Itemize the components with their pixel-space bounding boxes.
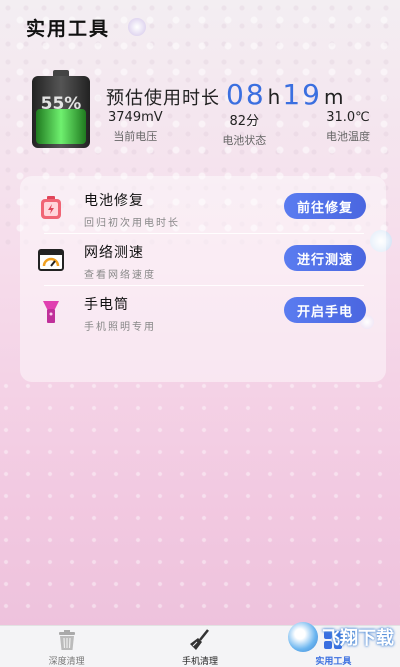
stat-health: 82分 电池状态 [222,110,266,148]
speed-test-button[interactable]: 进行测速 [284,245,366,271]
tool-row-speed-test[interactable]: 网络测速 查看网络速度 进行测速 [20,234,386,286]
tool-title: 电池修复 [84,193,144,209]
stat-temperature: 31.0℃ 电池温度 [326,110,370,148]
stat-value: 3749mV [108,110,163,125]
tools-card: 电池修复 回归初次用电时长 前往修复 网络测速 查看网络速度 进行测速 手电筒 … [20,176,386,382]
battery-level-fill [36,108,86,144]
broom-icon [187,628,213,652]
tool-subtitle: 回归初次用电时长 [84,218,180,229]
battery-widget: 55% [28,70,94,150]
stat-label: 当前电压 [113,130,158,143]
tool-text: 电池修复 回归初次用电时长 [84,190,180,229]
stat-label: 电池状态 [222,134,267,147]
stat-value: 82分 [229,114,260,129]
estimate-minutes-unit: m [323,85,344,109]
repair-button[interactable]: 前往修复 [284,193,366,219]
nav-label: 深度清理 [48,657,85,667]
watermark-text: 飞翔下载 [322,628,394,649]
battery-level-label: 55% [40,94,82,114]
flashlight-icon [38,299,64,325]
estimate-minutes: 19 [282,78,322,111]
trash-icon [54,628,80,652]
estimate-hours: 08 [226,78,266,111]
tool-text: 手电筒 手机照明专用 [84,294,156,333]
tool-title: 网络测速 [84,245,144,261]
watermark-logo-icon [288,622,318,652]
tool-row-flashlight[interactable]: 手电筒 手机照明专用 开启手电 [20,286,386,338]
tool-title: 手电筒 [84,297,129,313]
battery-repair-icon [38,195,64,221]
estimate-label: 预估使用时长 [106,88,220,109]
tab-phone-clean[interactable]: 手机清理 [133,626,266,667]
tool-subtitle: 查看网络速度 [84,270,156,281]
watermark: 飞翔下载 [288,622,394,652]
page-title: 实用工具 [26,18,111,40]
estimate-hours-unit: h [267,85,281,109]
flashlight-button[interactable]: 开启手电 [284,297,366,323]
nav-label: 实用工具 [315,657,352,667]
stat-label: 电池温度 [325,130,370,143]
stat-voltage: 3749mV 当前电压 [108,110,163,148]
sparkle-background [0,380,400,640]
estimate-row: 预估使用时长 08 h 19 m [106,78,345,111]
speed-gauge-icon [38,247,64,273]
tool-row-battery-repair[interactable]: 电池修复 回归初次用电时长 前往修复 [20,182,386,234]
tool-subtitle: 手机照明专用 [84,322,156,333]
tab-deep-clean[interactable]: 深度清理 [0,626,133,667]
battery-stats: 3749mV 当前电压 82分 电池状态 31.0℃ 电池温度 [108,110,370,148]
tool-text: 网络测速 查看网络速度 [84,242,156,281]
stat-value: 31.0℃ [326,110,370,125]
nav-label: 手机清理 [181,657,218,667]
